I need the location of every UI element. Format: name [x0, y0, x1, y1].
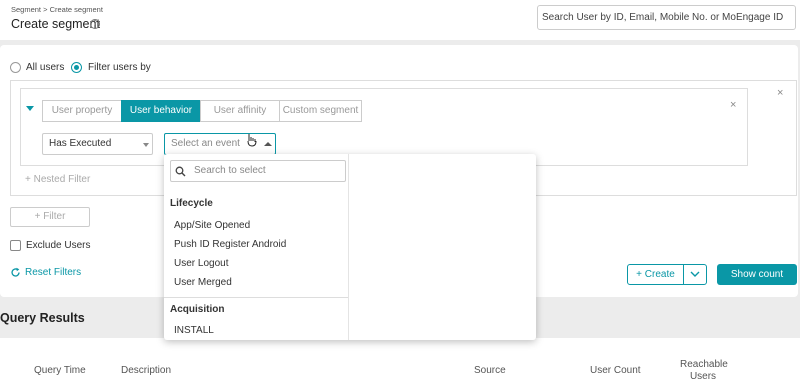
add-filter-button[interactable]: + Filter [10, 207, 90, 227]
caret-down-icon[interactable] [26, 106, 34, 111]
tab-custom-segment[interactable]: Custom segment [279, 100, 362, 122]
event-option[interactable]: INSTALL [174, 325, 214, 336]
event-dropdown-panel: Search to select Lifecycle App/Site Open… [164, 154, 536, 340]
event-group-heading: Acquisition [170, 304, 225, 315]
event-option[interactable]: App/Site Opened [174, 220, 250, 231]
create-button[interactable]: + Create [627, 264, 684, 285]
chevron-up-icon [264, 142, 272, 146]
refresh-icon[interactable] [10, 267, 21, 278]
tab-user-property[interactable]: User property [42, 100, 122, 122]
event-select[interactable]: Select an event [164, 133, 276, 155]
nested-filter-button[interactable]: + Nested Filter [25, 174, 90, 185]
create-options-button[interactable] [683, 264, 707, 285]
group-separator [164, 297, 348, 298]
event-option[interactable]: User Logout [174, 258, 228, 269]
page-title: Create segment [11, 17, 100, 31]
column-header-description: Description [121, 365, 172, 376]
tab-user-affinity[interactable]: User affinity [200, 100, 280, 122]
dropdown-divider [348, 154, 349, 340]
breadcrumb[interactable]: Segment > Create segment [11, 5, 103, 14]
tab-user-behavior[interactable]: User behavior [121, 100, 201, 122]
all-users-radio[interactable] [10, 62, 21, 73]
column-header-reachable-users: Reachable Users [680, 359, 728, 380]
cursor-icon [247, 134, 257, 147]
help-icon[interactable]: ? [90, 19, 100, 29]
exclude-users-checkbox[interactable] [10, 240, 21, 251]
close-icon[interactable]: × [777, 88, 783, 99]
chevron-down-icon [690, 271, 700, 277]
user-search-input[interactable]: Search User by ID, Email, Mobile No. or … [537, 5, 796, 30]
search-icon [175, 166, 186, 177]
filter-users-radio[interactable] [71, 62, 82, 73]
all-users-label[interactable]: All users [26, 62, 64, 73]
event-option[interactable]: Push ID Register Android [174, 239, 286, 250]
column-header-source: Source [474, 365, 506, 376]
show-count-button[interactable]: Show count [717, 264, 797, 285]
reset-filters-link[interactable]: Reset Filters [25, 267, 81, 278]
action-select[interactable]: Has Executed [42, 133, 153, 155]
exclude-users-label[interactable]: Exclude Users [26, 240, 90, 251]
event-option[interactable]: User Merged [174, 277, 232, 288]
event-select-placeholder: Select an event [171, 138, 240, 149]
action-select-value: Has Executed [49, 138, 112, 149]
column-header-user-count: User Count [590, 365, 641, 376]
filter-users-label[interactable]: Filter users by [88, 62, 151, 73]
event-search-input[interactable]: Search to select [170, 160, 346, 182]
query-results-title: Query Results [0, 311, 85, 325]
event-group-heading: Lifecycle [170, 198, 213, 209]
column-header-query-time: Query Time [34, 365, 86, 376]
chevron-down-icon [143, 143, 149, 147]
close-icon[interactable]: × [730, 100, 736, 111]
